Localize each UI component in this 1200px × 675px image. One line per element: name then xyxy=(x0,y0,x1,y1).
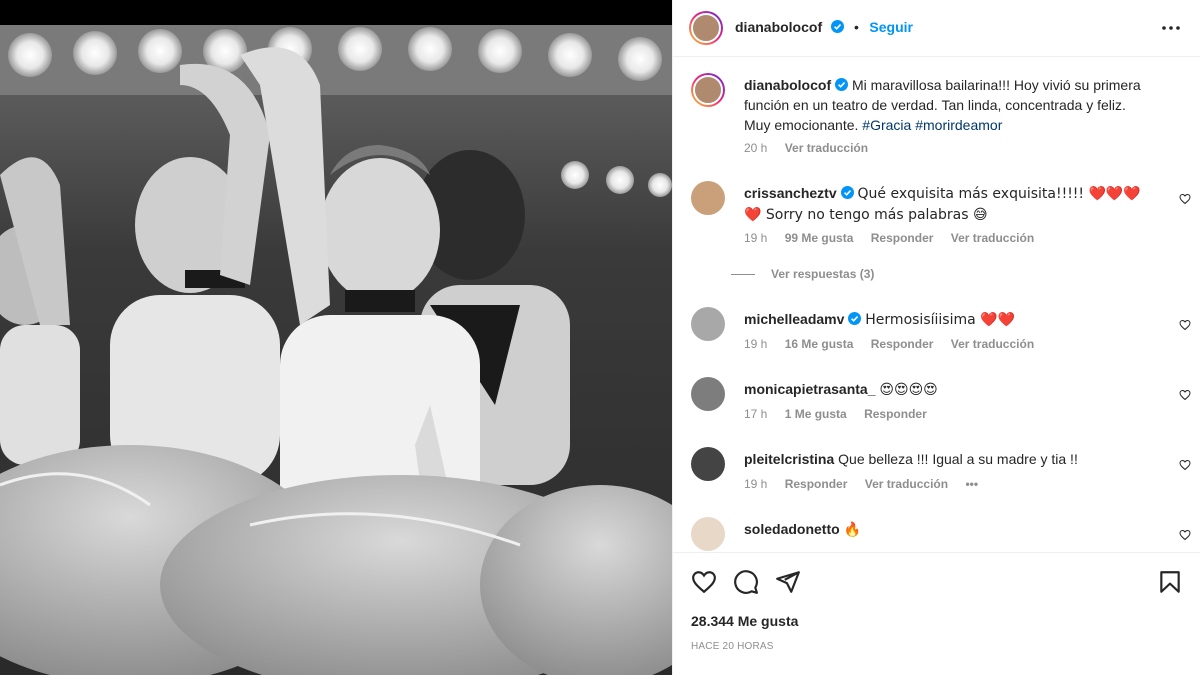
comment-username[interactable]: crissancheztv xyxy=(744,185,837,201)
comment-text: Hermosisíiisima ❤️❤️ xyxy=(865,312,1015,328)
view-replies-button[interactable]: Ver respuestas (3) xyxy=(731,267,874,281)
comment-icon[interactable] xyxy=(733,569,759,595)
caption-time[interactable]: 20 h xyxy=(744,141,767,155)
post-header: dianabolocof • Seguir xyxy=(673,0,1200,57)
author-username[interactable]: dianabolocof xyxy=(735,19,822,35)
share-icon[interactable] xyxy=(775,569,801,595)
see-translation-link[interactable]: Ver traducción xyxy=(865,477,948,491)
verified-badge-icon xyxy=(835,78,849,91)
comment-text: Que belleza !!! Igual a su madre y tia !… xyxy=(838,451,1078,467)
commenter-avatar[interactable] xyxy=(691,307,725,341)
comment-text: 🔥 xyxy=(843,522,861,538)
comment-like-heart-icon[interactable] xyxy=(1179,459,1191,471)
comment-time[interactable]: 17 h xyxy=(744,407,767,421)
reply-button[interactable]: Responder xyxy=(871,231,934,245)
follow-button[interactable]: Seguir xyxy=(869,19,913,35)
post-details-panel: dianabolocof • Seguir dianabolocof Mi ma… xyxy=(672,0,1200,675)
commenter-avatar[interactable] xyxy=(691,181,725,215)
reply-button[interactable]: Responder xyxy=(785,477,848,491)
save-bookmark-icon[interactable] xyxy=(1157,569,1183,595)
commenter-avatar[interactable] xyxy=(691,447,725,481)
comment-like-heart-icon[interactable] xyxy=(1179,389,1191,401)
photo-top-bar xyxy=(0,0,672,25)
comment-time[interactable]: 19 h xyxy=(744,477,767,491)
comment-likes[interactable]: 16 Me gusta xyxy=(785,337,854,351)
likes-count[interactable]: 28.344 Me gusta xyxy=(691,613,798,629)
comment-username[interactable]: soledadonetto xyxy=(744,521,840,537)
comment-time[interactable]: 19 h xyxy=(744,231,767,245)
comment-username[interactable]: pleitelcristina xyxy=(744,451,834,467)
comment-like-heart-icon[interactable] xyxy=(1179,319,1191,331)
hashtag-link[interactable]: #morirdeamor xyxy=(915,117,1002,133)
caption-username[interactable]: dianabolocof xyxy=(744,77,831,93)
comment-username[interactable]: monicapietrasanta_ xyxy=(744,381,876,397)
comment-like-heart-icon[interactable] xyxy=(1179,193,1191,205)
see-translation-link[interactable]: Ver traducción xyxy=(785,141,868,155)
caption-avatar[interactable] xyxy=(691,73,725,107)
commenter-avatar[interactable] xyxy=(691,517,725,551)
see-translation-link[interactable]: Ver traducción xyxy=(951,337,1034,351)
like-heart-icon[interactable] xyxy=(691,569,717,595)
comment-username[interactable]: michelleadamv xyxy=(744,311,844,327)
comment-likes[interactable]: 99 Me gusta xyxy=(785,231,854,245)
verified-badge-icon xyxy=(848,312,862,325)
reply-button[interactable]: Responder xyxy=(864,407,927,421)
post-time-ago[interactable]: HACE 20 HORAS xyxy=(691,641,774,652)
post-photo-container xyxy=(0,0,672,675)
comment-like-heart-icon[interactable] xyxy=(1179,529,1191,541)
see-translation-link[interactable]: Ver traducción xyxy=(951,231,1034,245)
reply-button[interactable]: Responder xyxy=(871,337,934,351)
follow-separator: • xyxy=(854,19,859,35)
comment-options-button[interactable]: ••• xyxy=(965,477,978,491)
comment-likes[interactable]: 1 Me gusta xyxy=(785,407,847,421)
verified-badge-icon xyxy=(840,186,854,199)
commenter-avatar[interactable] xyxy=(691,377,725,411)
verified-badge-icon xyxy=(830,20,844,33)
more-horizontal-icon[interactable] xyxy=(1161,21,1181,35)
view-replies-label: Ver respuestas (3) xyxy=(771,267,875,281)
replies-divider xyxy=(731,274,755,276)
author-avatar[interactable] xyxy=(689,11,723,45)
comments-list[interactable]: dianabolocof Mi maravillosa bailarina!!!… xyxy=(673,57,1200,552)
hashtag-link[interactable]: #Gracia xyxy=(862,117,911,133)
comment-time[interactable]: 19 h xyxy=(744,337,767,351)
post-actions: 28.344 Me gusta HACE 20 HORAS xyxy=(673,552,1200,675)
comment-text: 😍😍😍😍 xyxy=(879,382,938,398)
post-photo[interactable] xyxy=(0,25,672,675)
